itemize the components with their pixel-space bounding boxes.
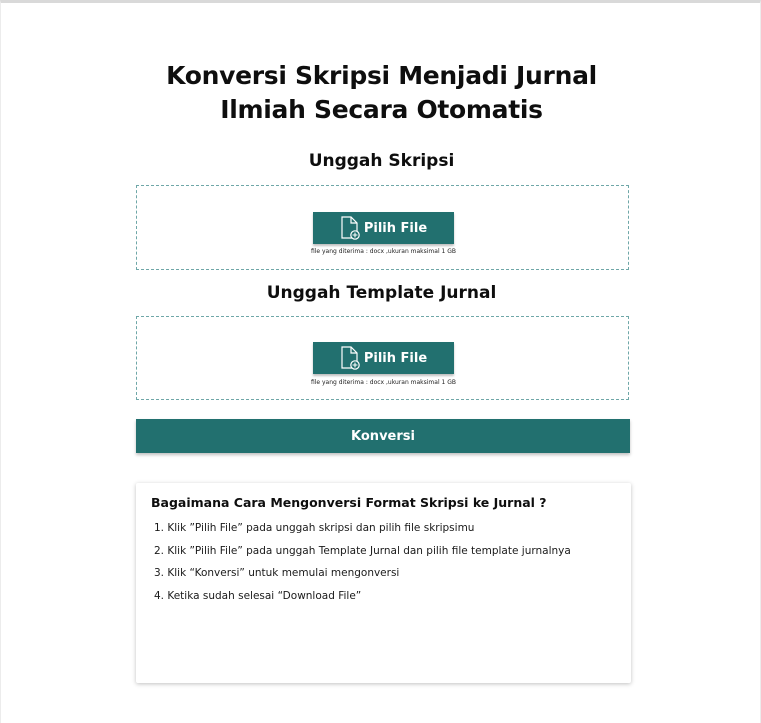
upload-template-dropzone[interactable]: Pilih File file yang diterima : docx ,uk… xyxy=(136,316,629,400)
help-step: 1. Klik ”Pilih File” pada unggah skripsi… xyxy=(154,522,475,534)
page-title-line-1: Konversi Skripsi Menjadi Jurnal xyxy=(166,61,597,90)
page-title-line-2: Ilmiah Secara Otomatis xyxy=(220,95,543,124)
help-card: Bagaimana Cara Mengonversi Format Skrips… xyxy=(136,483,631,683)
help-steps-list: 1. Klik ”Pilih File” pada unggah skripsi… xyxy=(154,522,571,612)
convert-button-label: Konversi xyxy=(351,428,415,444)
pick-template-file-button[interactable]: Pilih File xyxy=(313,342,454,374)
convert-button[interactable]: Konversi xyxy=(136,419,630,453)
file-add-icon xyxy=(341,346,360,370)
upload-thesis-dropzone[interactable]: Pilih File file yang diterima : docx ,uk… xyxy=(136,185,629,270)
help-step: 3. Klik “Konversi” untuk memulai mengonv… xyxy=(154,567,400,579)
help-step: 4. Ketika sudah selesai “Download File” xyxy=(154,589,362,602)
upload-thesis-title: Unggah Skripsi xyxy=(308,151,455,171)
help-title: Bagaimana Cara Mengonversi Format Skrips… xyxy=(151,495,547,510)
pick-thesis-file-button[interactable]: Pilih File xyxy=(313,212,454,244)
upload-template-hint: file yang diterima : docx ,ukuran maksim… xyxy=(310,379,457,386)
help-step: 2. Klik ”Pilih File” pada unggah Templat… xyxy=(154,544,571,557)
upload-thesis-hint: file yang diterima : docx ,ukuran maksim… xyxy=(310,248,457,255)
app-window: Konversi Skripsi Menjadi Jurnal Ilmiah S… xyxy=(0,0,761,723)
pick-template-file-label: Pilih File xyxy=(363,350,428,366)
upload-template-title: Unggah Template Jurnal xyxy=(266,283,497,303)
file-add-icon xyxy=(341,216,360,240)
pick-thesis-file-label: Pilih File xyxy=(363,220,428,236)
page-title: Konversi Skripsi Menjadi Jurnal Ilmiah S… xyxy=(1,59,761,127)
